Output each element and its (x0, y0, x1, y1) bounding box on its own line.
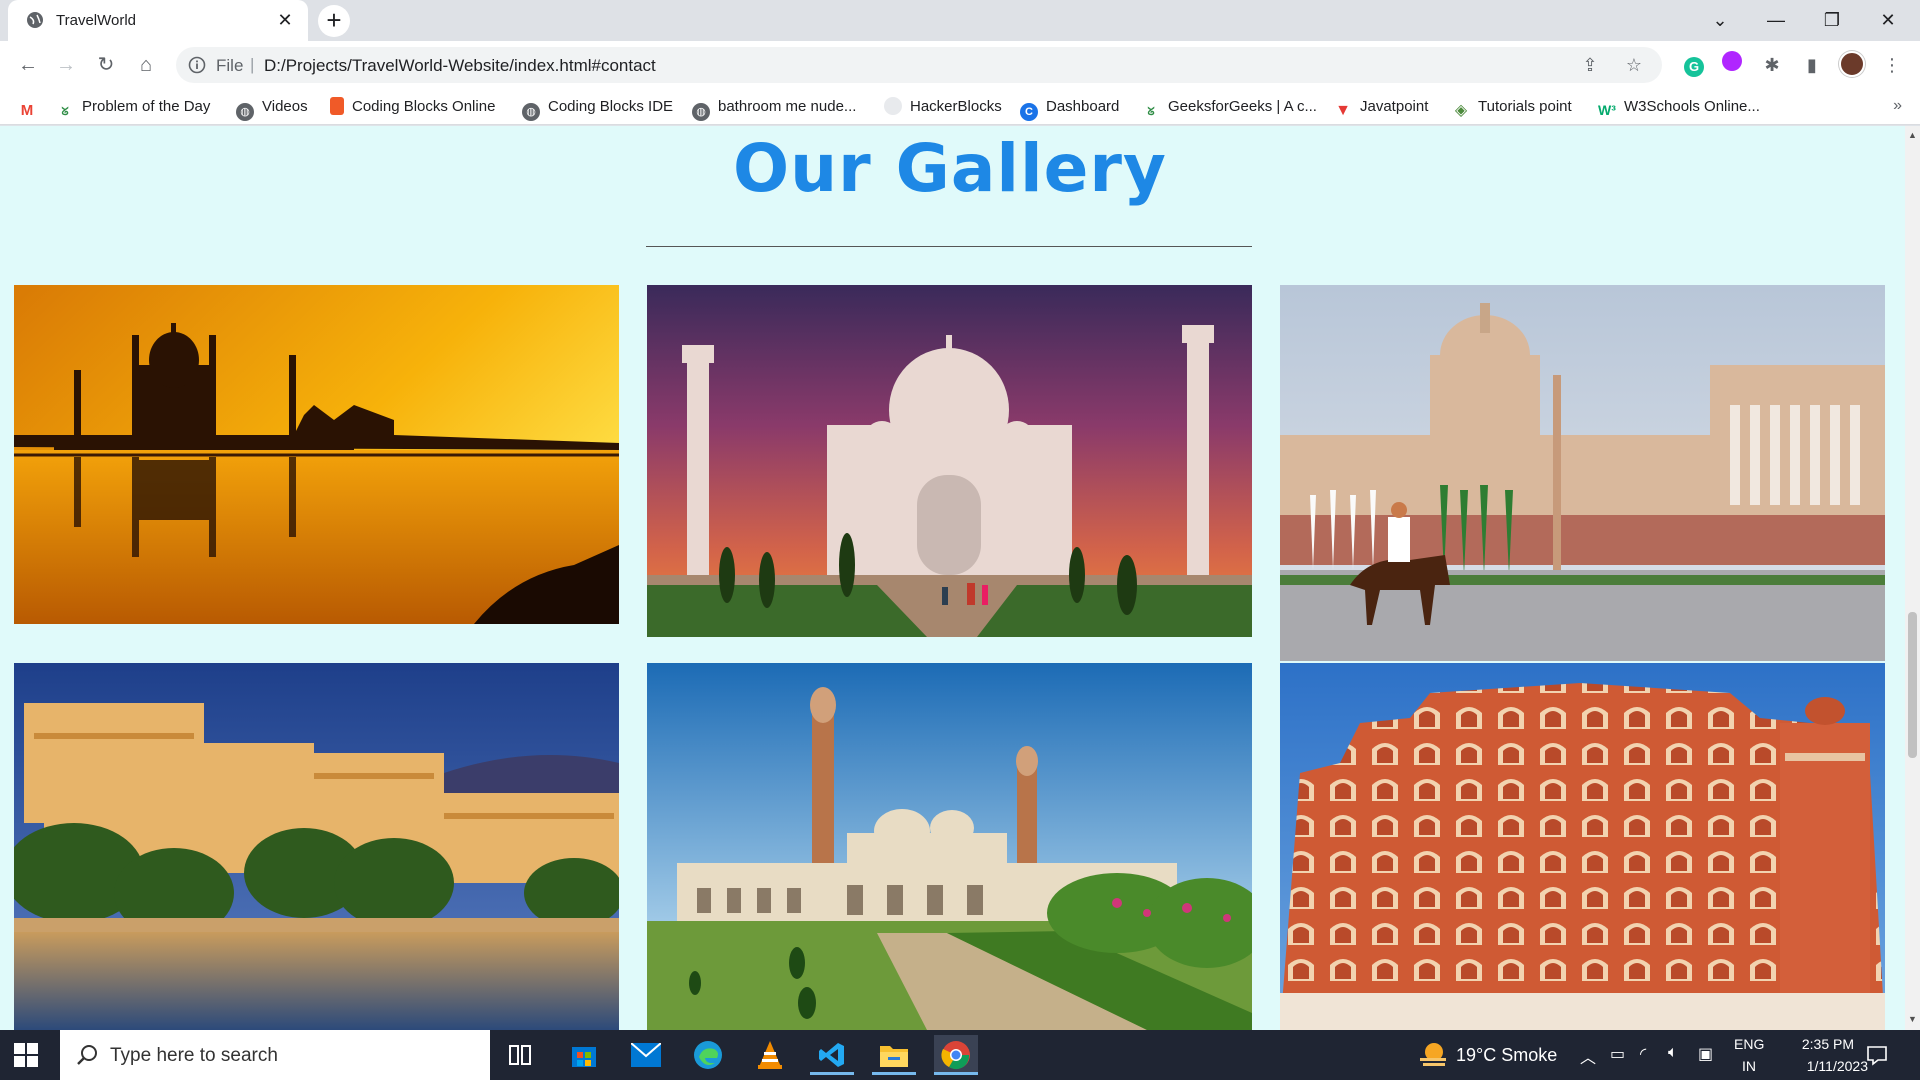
windows-taskbar: Type here to search 19°C Smoke ︿ ▭ ◜ 🔈︎ … (0, 1030, 1920, 1080)
globe-icon: ◍ (692, 103, 710, 121)
home-button[interactable]: ⌂ (130, 49, 162, 81)
gallery-heading: Our Gallery (733, 130, 1167, 207)
gfg-icon: ᘜ (1147, 106, 1155, 118)
bookmark-label: Dashboard (1046, 98, 1120, 115)
gmail-icon: M (20, 102, 34, 119)
url-text[interactable]: D:/Projects/TravelWorld-Website/index.ht… (264, 56, 656, 76)
hackerblocks-icon (884, 97, 902, 115)
bookmark-bathroom[interactable]: ◍ bathroom me nude... (692, 95, 857, 121)
globe-icon: ◍ (236, 103, 254, 121)
language-indicator[interactable]: ENG IN (1730, 1030, 1770, 1080)
search-placeholder: Type here to search (110, 1045, 278, 1066)
bookmark-javatpoint[interactable]: ▼ Javatpoint (1334, 95, 1428, 119)
restore-button[interactable]: ❐ (1812, 6, 1852, 34)
bookmark-gmail[interactable]: M (18, 95, 44, 119)
bookmark-w3schools[interactable]: W³ W3Schools Online... (1598, 95, 1760, 119)
side-panel-icon[interactable]: ▮ (1798, 51, 1826, 79)
edge-browser-icon[interactable] (686, 1035, 730, 1075)
scroll-down-arrow-icon[interactable]: ▼ (1905, 1012, 1920, 1027)
globe-icon (27, 12, 43, 28)
codingblocks-icon (330, 97, 344, 115)
vlc-icon[interactable] (748, 1035, 792, 1075)
bookmark-tutorials-point[interactable]: ◈ Tutorials point (1452, 95, 1572, 119)
gallery-image-bara-imambara-mosque[interactable] (647, 663, 1252, 1030)
mail-icon[interactable] (624, 1035, 668, 1075)
gallery-image-taj-mahal-dusk[interactable] (647, 285, 1252, 637)
extensions-puzzle-icon[interactable]: ✱ (1758, 51, 1786, 79)
bookmark-label: Javatpoint (1360, 98, 1429, 115)
bookmark-label: Problem of the Day (82, 98, 211, 115)
weather-text: 19°C Smoke (1456, 1045, 1558, 1065)
forward-button[interactable]: → (50, 49, 82, 81)
language-top: ENG (1734, 1036, 1765, 1052)
profile-avatar[interactable] (1838, 51, 1866, 79)
search-icon (77, 1045, 97, 1065)
tab-strip: TravelWorld ✕ + ⌄ — ❐ ✕ (0, 0, 1920, 41)
bookmark-label: Tutorials point (1478, 98, 1572, 115)
windows-start-icon[interactable] (14, 1043, 38, 1067)
language-bottom: IN (1742, 1058, 1756, 1074)
bookmark-label: GeeksforGeeks | A c... (1168, 98, 1317, 115)
tab-title: TravelWorld (56, 12, 137, 29)
taskbar-search-box[interactable]: Type here to search (60, 1030, 490, 1080)
bookmark-label: Coding Blocks IDE (548, 98, 674, 115)
page-scrollbar[interactable]: ▲ ▼ (1905, 126, 1920, 1030)
javatpoint-icon: ▼ (1335, 102, 1351, 119)
gallery-image-hawa-mahal[interactable] (1280, 663, 1885, 1030)
bookmark-coding-blocks-ide[interactable]: ◍ Coding Blocks IDE (522, 95, 674, 121)
bookmark-geeksforgeeks[interactable]: ᘜ GeeksforGeeks | A c... (1142, 95, 1317, 119)
chrome-icon[interactable] (934, 1035, 978, 1075)
browser-tab[interactable]: TravelWorld ✕ (8, 0, 308, 41)
browser-toolbar: ← → ↻ ⌂ File | D:/Projects/TravelWorld-W… (0, 41, 1920, 89)
page-viewport: Our Gallery (0, 126, 1905, 1030)
scroll-up-arrow-icon[interactable]: ▲ (1905, 128, 1920, 143)
url-separator: | (250, 55, 255, 74)
tab-search-icon[interactable]: ⌄ (1700, 6, 1740, 34)
bookmark-videos[interactable]: ◍ Videos (236, 95, 308, 121)
bookmark-label: Coding Blocks Online (352, 98, 496, 115)
bookmark-star-icon[interactable]: ☆ (1620, 51, 1648, 79)
bookmark-label: Videos (262, 98, 308, 115)
gallery-image-taj-mahal-sunset[interactable] (14, 285, 619, 624)
scroll-thumb[interactable] (1908, 612, 1917, 758)
back-button[interactable]: ← (12, 49, 44, 81)
clock[interactable]: 2:35 PM 1/11/2023 (1772, 1030, 1868, 1080)
extension-purple-icon[interactable] (1718, 51, 1746, 79)
weather-haze-icon (1420, 1043, 1446, 1066)
w3schools-icon: W³ (1598, 102, 1616, 118)
bookmark-label: bathroom me nude... (718, 98, 857, 115)
gallery-image-rashtrapati-bhavan[interactable] (1280, 285, 1885, 661)
close-tab-icon[interactable]: ✕ (274, 9, 296, 31)
microsoft-store-icon[interactable] (562, 1035, 606, 1075)
globe-icon: ◍ (522, 103, 540, 121)
info-icon[interactable] (188, 56, 206, 74)
reload-button[interactable]: ↻ (90, 49, 122, 81)
grammarly-extension-icon[interactable]: G (1680, 51, 1708, 79)
vscode-icon[interactable] (810, 1035, 854, 1075)
address-bar[interactable]: File | D:/Projects/TravelWorld-Website/i… (176, 47, 1662, 83)
dashboard-icon: C (1020, 103, 1038, 121)
tutorialspoint-icon: ◈ (1454, 102, 1468, 119)
share-icon[interactable]: ⇪ (1576, 51, 1604, 79)
file-explorer-icon[interactable] (872, 1035, 916, 1075)
close-window-button[interactable]: ✕ (1868, 6, 1908, 34)
new-tab-button[interactable]: + (318, 5, 350, 37)
bookmark-dashboard[interactable]: C Dashboard (1020, 95, 1120, 121)
menu-kebab-icon[interactable]: ⋮ (1878, 51, 1906, 79)
gallery-image-udaipur-city-palace[interactable] (14, 663, 619, 1030)
clock-date: 1/11/2023 (1806, 1058, 1868, 1074)
bookmark-problem-of-the-day[interactable]: ᘜ Problem of the Day (56, 95, 210, 119)
gfg-icon: ᘜ (61, 106, 69, 118)
bookmark-label: HackerBlocks (910, 98, 1002, 115)
task-view-icon[interactable] (498, 1035, 542, 1075)
bookmark-hackerblocks[interactable]: HackerBlocks (884, 95, 1002, 119)
bookmark-label: W3Schools Online... (1624, 98, 1760, 115)
minimize-button[interactable]: — (1756, 6, 1796, 34)
url-scheme: File (216, 56, 244, 75)
bookmarks-overflow-icon[interactable]: » (1893, 97, 1902, 115)
clock-time: 2:35 PM (1801, 1036, 1854, 1052)
heading-divider (646, 246, 1252, 247)
bookmarks-bar: M ᘜ Problem of the Day ◍ Videos Coding Blo… (0, 89, 1920, 125)
bookmark-coding-blocks-online[interactable]: Coding Blocks Online (330, 95, 495, 119)
